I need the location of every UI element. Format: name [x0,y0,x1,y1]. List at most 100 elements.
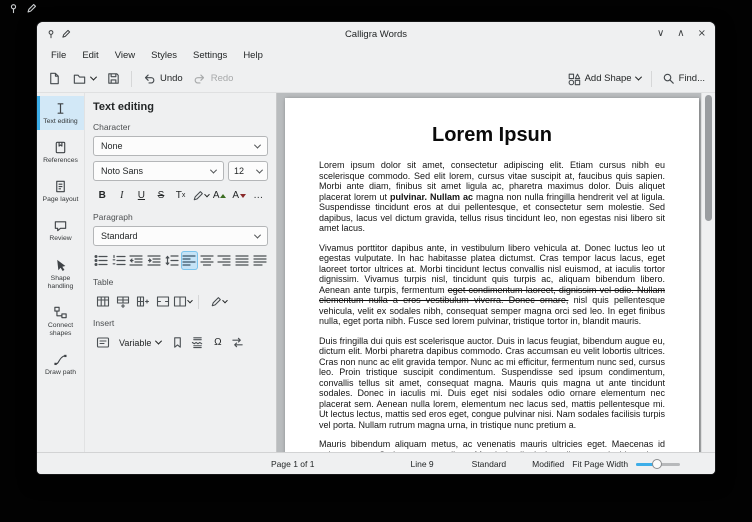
chevron-down-icon [254,141,261,148]
insert-variable-button[interactable]: Variable [113,333,167,352]
save-button[interactable] [101,68,126,89]
menu-styles[interactable]: Styles [143,48,185,63]
text-segment[interactable]: pulvinar. Nullam ac [390,192,473,202]
subscript-superscript-button[interactable]: Tx [171,186,190,205]
script-sub-label: x [182,192,186,199]
chevron-down-icon [204,191,210,197]
new-document-button[interactable] [42,68,67,89]
text-color-button[interactable] [191,186,210,205]
titlebar[interactable]: Calligra Words ∨ ∧ × [37,22,715,46]
align-right-button[interactable] [216,251,233,270]
document-paragraph[interactable]: Duis fringilla dui quis est scelerisque … [319,336,665,431]
tool-sidebar: Text editing References Page layout Revi… [37,93,85,452]
grow-font-button[interactable]: A [210,186,229,205]
sidebar-item-page-layout[interactable]: Page layout [37,174,84,208]
menu-edit[interactable]: Edit [74,48,106,63]
text-direction-button[interactable] [251,251,268,270]
page-layout-icon [53,179,68,194]
sidebar-item-references[interactable]: References [37,135,84,169]
sidebar-item-shape-handling[interactable]: Shape handling [37,253,84,295]
document-page[interactable]: Lorem Ipsun Lorem ipsum dolor sit amet, … [285,98,699,452]
insert-row-button[interactable] [113,292,132,311]
insert-frame-button[interactable] [93,333,112,352]
paragraph-section-label: Paragraph [93,212,268,222]
bullet-list-button[interactable] [93,251,110,270]
text-segment[interactable]: Mauris bibendum aliquam metus, ac venena… [319,439,665,452]
style-indicator[interactable]: Standard [472,459,507,469]
minimize-button[interactable]: ∨ [657,29,664,39]
app-window: Calligra Words ∨ ∧ × File Edit View Styl… [37,22,715,474]
insert-column-button[interactable] [133,292,152,311]
menu-help[interactable]: Help [235,48,271,63]
italic-button[interactable]: I [113,186,132,205]
font-family-combo[interactable]: Noto Sans [93,161,224,181]
pin-on-all-desktops-icon[interactable] [46,29,56,39]
align-justify-button[interactable] [234,251,251,270]
insert-page-break-button[interactable] [188,333,207,352]
strikethrough-button[interactable]: S [152,186,171,205]
vertical-scrollbar[interactable] [701,93,715,452]
insert-bookmark-button[interactable] [168,333,187,352]
indent-more-button[interactable] [146,251,163,270]
connect-shapes-icon [53,305,68,320]
maximize-button[interactable]: ∧ [677,29,684,39]
close-button[interactable]: × [698,29,706,39]
document-content[interactable]: Lorem ipsum dolor sit amet, consectetur … [319,160,665,452]
insert-section-label: Insert [93,318,268,328]
text-segment[interactable]: Duis fringilla dui quis est scelerisque … [319,336,665,430]
paragraph-style-combo[interactable]: Standard [93,226,268,246]
insert-special-character-button[interactable]: Ω [208,333,227,352]
zoom-mode-button[interactable]: Fit Page Width [572,459,628,469]
zoom-slider[interactable] [636,459,680,469]
bold-button[interactable]: B [93,186,112,205]
document-paragraph[interactable]: Vivamus porttitor dapibus ante, in vesti… [319,243,665,327]
add-shape-button[interactable]: Add Shape [562,69,646,89]
chevron-down-icon [222,297,228,303]
insert-index-button[interactable] [228,333,247,352]
indent-less-icon [129,254,143,267]
character-more-button[interactable]: … [250,186,269,205]
text-direction-icon [253,254,267,267]
line-spacing-button[interactable] [163,251,180,270]
insert-row: Variable Ω [93,333,268,352]
document-paragraph[interactable]: Mauris bibendum aliquam metus, ac venena… [319,439,665,452]
modified-indicator: Modified [532,459,564,469]
align-center-button[interactable] [199,251,216,270]
sidebar-item-connect-shapes[interactable]: Connect shapes [37,300,84,342]
menu-view[interactable]: View [107,48,143,63]
indent-less-button[interactable] [128,251,145,270]
insert-table-button[interactable] [93,292,112,311]
sidebar-item-text-editing[interactable]: Text editing [37,96,84,130]
table-edit-button[interactable] [205,292,231,311]
underline-button[interactable]: U [132,186,151,205]
insert-frame-icon [96,336,110,349]
open-document-button[interactable] [67,68,101,89]
sidebar-item-draw-path[interactable]: Draw path [37,347,84,381]
character-style-combo[interactable]: None [93,136,268,156]
undo-button[interactable]: Undo [137,69,188,89]
menu-settings[interactable]: Settings [185,48,235,63]
page-indicator[interactable]: Page 1 of 1 [271,459,314,469]
split-cells-button[interactable] [173,292,192,311]
sidebar-item-review[interactable]: Review [37,213,84,247]
menu-file[interactable]: File [43,48,74,63]
shrink-font-button[interactable]: A [230,186,249,205]
redo-icon [193,72,207,86]
align-left-button[interactable] [181,251,198,270]
find-button[interactable]: Find... [657,69,710,88]
document-title[interactable]: Lorem Ipsun [319,124,665,147]
zoom-slider-handle[interactable] [652,459,662,469]
redo-button[interactable]: Redo [188,69,239,89]
merge-cells-button[interactable] [153,292,172,311]
font-size-spinner[interactable]: 12 [228,161,268,181]
redo-label: Redo [211,73,234,84]
numbered-list-button[interactable] [111,251,128,270]
document-canvas[interactable]: Lorem Ipsun Lorem ipsum dolor sit amet, … [277,93,701,452]
pin-icon [8,3,19,14]
indent-more-icon [147,254,161,267]
shrink-label: A [232,190,239,201]
document-paragraph[interactable]: Lorem ipsum dolor sit amet, consectetur … [319,160,665,234]
scrollbar-thumb[interactable] [705,95,712,221]
window-title: Calligra Words [37,29,715,40]
add-shape-label: Add Shape [585,73,632,84]
